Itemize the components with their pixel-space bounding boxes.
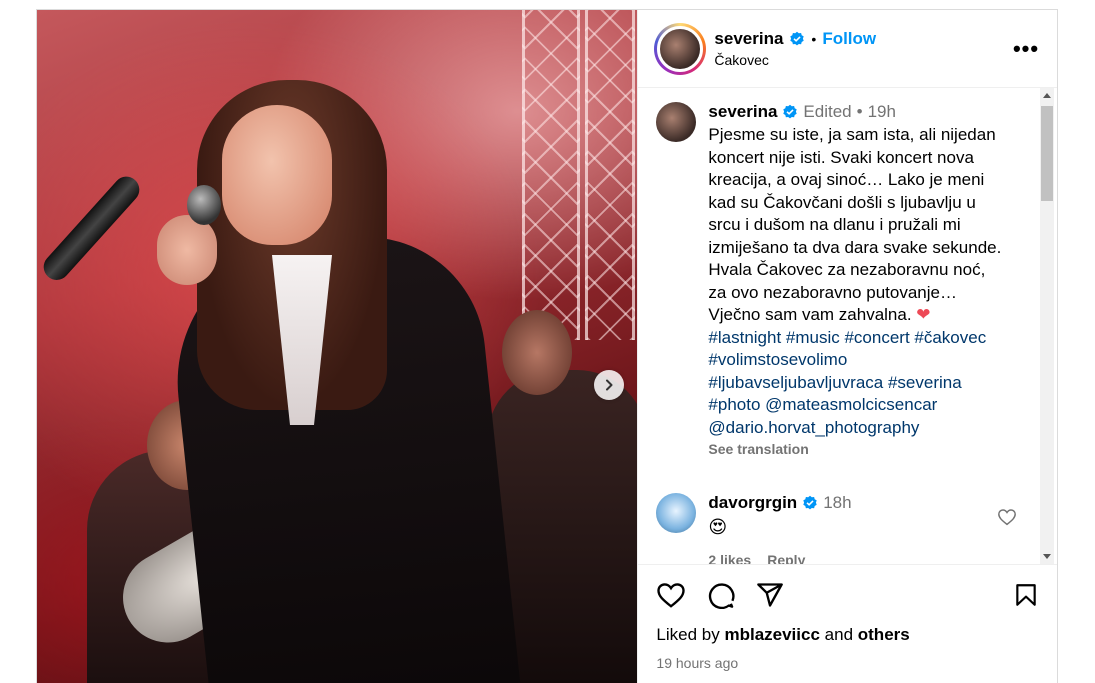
comment-item: davorgrgin 18h 😍 2 likes Reply — [656, 493, 1035, 564]
verified-badge-icon — [790, 31, 805, 46]
avatar[interactable] — [656, 493, 697, 533]
caption-time[interactable]: 19h — [868, 102, 896, 122]
caption-text: Pjesme su iste, ja sam ista, ali nijedan… — [708, 125, 1002, 324]
post-dialog: severina • Follow Čakovec ••• severina E… — [36, 9, 1058, 683]
reply-button[interactable]: Reply — [767, 552, 805, 564]
comment-icon[interactable] — [706, 581, 736, 609]
verified-badge-icon — [803, 495, 817, 510]
comment-time[interactable]: 18h — [823, 493, 851, 513]
post-media — [37, 10, 638, 683]
more-options-button[interactable]: ••• — [1011, 36, 1041, 62]
share-icon[interactable] — [756, 581, 784, 609]
avatar — [657, 25, 704, 72]
liked-by-text: Liked by mblazeviicc and others — [656, 625, 910, 644]
red-heart-emoji: ❤ — [916, 305, 931, 324]
location-link[interactable]: Čakovec — [714, 52, 1011, 68]
caption: severina Edited • 19h Pjesme su iste, ja… — [656, 102, 1035, 457]
more-icon: ••• — [1012, 35, 1040, 61]
caption-username[interactable]: severina — [708, 102, 777, 122]
header-username[interactable]: severina — [714, 29, 783, 49]
scroll-up-arrow-icon[interactable] — [1043, 93, 1051, 98]
next-arrow-icon — [606, 379, 613, 391]
post-timestamp[interactable]: 19 hours ago — [656, 655, 1039, 671]
comment-text: 😍 — [708, 517, 728, 537]
liked-by-others[interactable]: others — [858, 625, 910, 644]
scroll-down-arrow-icon[interactable] — [1043, 554, 1051, 559]
scroll-thumb[interactable] — [1041, 106, 1053, 201]
heart-icon[interactable] — [656, 581, 686, 609]
small-heart-icon[interactable] — [997, 508, 1017, 526]
edited-label: Edited — [803, 102, 852, 121]
comments-section: severina Edited • 19h Pjesme su iste, ja… — [638, 88, 1057, 564]
see-translation-button[interactable]: See translation — [708, 441, 1035, 457]
caption-hashtags[interactable]: #lastnight #music #concert #čakovec #vol… — [708, 327, 1006, 440]
stage-truss — [522, 10, 580, 340]
verified-badge-icon — [783, 104, 798, 119]
comment-likes[interactable]: 2 likes — [708, 552, 751, 564]
follow-button[interactable]: Follow — [822, 29, 876, 49]
avatar[interactable] — [656, 102, 697, 142]
stage-truss — [585, 10, 635, 340]
liked-by-user[interactable]: mblazeviicc — [724, 625, 819, 644]
comment-username[interactable]: davorgrgin — [708, 493, 797, 513]
bookmark-icon[interactable] — [1013, 581, 1039, 609]
action-bar: Liked by mblazeviicc and others 19 hours… — [638, 564, 1057, 671]
comments-scrollbar[interactable] — [1040, 88, 1054, 564]
post-header: severina • Follow Čakovec ••• — [638, 10, 1057, 88]
post-sidebar: severina • Follow Čakovec ••• severina E… — [637, 10, 1057, 683]
next-photo-button[interactable] — [594, 370, 624, 400]
story-ring[interactable] — [654, 22, 707, 75]
